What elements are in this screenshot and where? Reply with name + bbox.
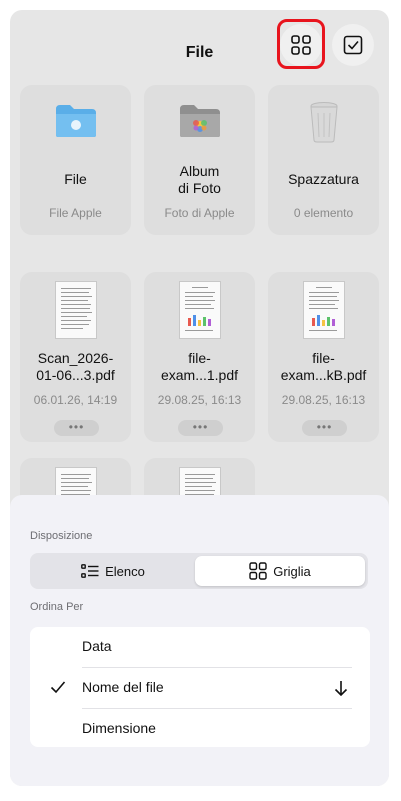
layout-section-label: Disposizione xyxy=(30,530,93,542)
select-button[interactable] xyxy=(332,24,374,66)
tile-subtitle: 29.08.25, 16:13 xyxy=(157,393,242,407)
more-button[interactable]: ••• xyxy=(178,420,223,436)
layout-option-list-label: Elenco xyxy=(105,563,145,579)
layout-option-grid[interactable]: Griglia xyxy=(195,556,365,586)
tile-subtitle: 0 elemento xyxy=(293,206,354,220)
photos-folder-icon xyxy=(180,105,220,137)
sort-option-filename[interactable]: Nome del file xyxy=(30,668,370,708)
pdf-thumbnail xyxy=(303,281,345,339)
sort-section-label: Ordina Per xyxy=(30,601,84,613)
sort-option-date[interactable]: Data xyxy=(30,627,370,667)
tile-name: file- exam...1.pdf xyxy=(160,350,239,383)
sort-option-label: Nome del file xyxy=(82,679,164,695)
tile-name: Album di Foto xyxy=(178,163,221,196)
layout-option-list[interactable]: Elenco xyxy=(33,556,193,586)
layout-segmented-control: Elenco Griglia xyxy=(30,553,368,589)
tile-file-scan[interactable]: Scan_2026- 01-06...3.pdf 06.01.26, 14:19… xyxy=(20,272,131,442)
tile-photo-album[interactable]: Album di Foto Foto di Apple xyxy=(144,85,255,235)
tile-name: file- exam...kB.pdf xyxy=(280,350,367,383)
tile-trash[interactable]: Spazzatura 0 elemento xyxy=(268,85,379,235)
tile-subtitle: Foto di Apple xyxy=(164,206,235,220)
more-button[interactable]: ••• xyxy=(302,420,347,436)
tile-icloud-files[interactable]: File File Apple xyxy=(20,85,131,235)
sort-option-label: Dimensione xyxy=(82,720,156,736)
more-button[interactable]: ••• xyxy=(54,420,99,436)
pdf-thumbnail xyxy=(179,281,221,339)
sort-option-label: Data xyxy=(82,638,112,654)
tile-subtitle: File Apple xyxy=(49,206,102,220)
list-icon xyxy=(81,564,99,578)
tile-file-example-kb[interactable]: file- exam...kB.pdf 29.08.25, 16:13 ••• xyxy=(268,272,379,442)
highlight-frame xyxy=(277,19,325,69)
tile-name: Scan_2026- 01-06...3.pdf xyxy=(36,350,115,383)
view-options-sheet: Disposizione Elenco Griglia Ordina Per D… xyxy=(10,495,389,786)
checkbox-icon xyxy=(343,35,363,55)
pdf-thumbnail xyxy=(55,281,97,339)
folder-icon xyxy=(56,105,96,137)
sort-option-size[interactable]: Dimensione xyxy=(30,709,370,749)
checkmark-icon xyxy=(50,681,66,694)
tile-file-example-1[interactable]: file- exam...1.pdf 29.08.25, 16:13 ••• xyxy=(144,272,255,442)
tile-name: Spazzatura xyxy=(288,171,359,187)
tile-name: File xyxy=(64,171,87,187)
arrow-down-icon xyxy=(334,681,348,696)
tile-subtitle: 06.01.26, 14:19 xyxy=(33,393,118,407)
trash-icon xyxy=(310,102,338,143)
layout-option-grid-label: Griglia xyxy=(273,563,311,579)
sort-options-list: Data Nome del file Dimensione xyxy=(30,627,370,747)
tile-subtitle: 29.08.25, 16:13 xyxy=(281,393,366,407)
grid-icon xyxy=(249,562,267,580)
